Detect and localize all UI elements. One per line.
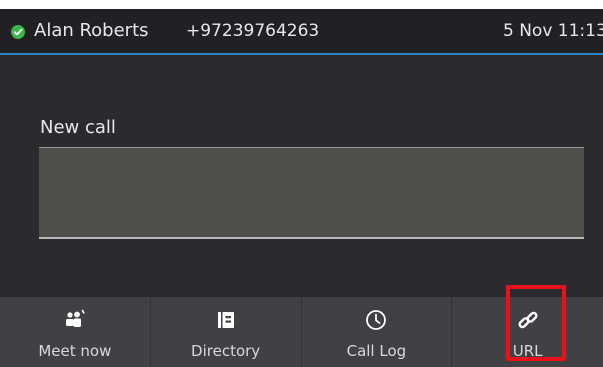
meet-now-button[interactable]: Meet now — [0, 297, 151, 367]
directory-button[interactable]: Directory — [151, 297, 302, 367]
url-button[interactable]: URL — [452, 297, 603, 367]
call-log-label: Call Log — [346, 342, 407, 360]
directory-icon — [217, 312, 234, 328]
url-label: URL — [512, 342, 543, 360]
user-phone-number: +97239764263 — [186, 21, 320, 41]
meet-now-label: Meet now — [38, 342, 112, 360]
status-bar: Alan Roberts +97239764263 5 Nov 11:13 — [0, 9, 603, 55]
date-time: 5 Nov 11:13 — [503, 21, 603, 41]
meet-now-icon — [65, 309, 85, 327]
clock-icon — [366, 310, 387, 330]
phone-screen: Alan Roberts +97239764263 5 Nov 11:13 Ne… — [0, 9, 603, 367]
link-icon — [518, 311, 538, 329]
directory-label: Directory — [191, 342, 261, 360]
check-circle-icon — [11, 25, 25, 39]
user-name: Alan Roberts — [34, 20, 149, 41]
dial-input[interactable] — [39, 147, 584, 239]
new-call-label: New call — [40, 117, 116, 138]
call-log-button[interactable]: Call Log — [302, 297, 453, 367]
softkey-bar: Meet now Directory Call Log URL — [0, 297, 603, 367]
